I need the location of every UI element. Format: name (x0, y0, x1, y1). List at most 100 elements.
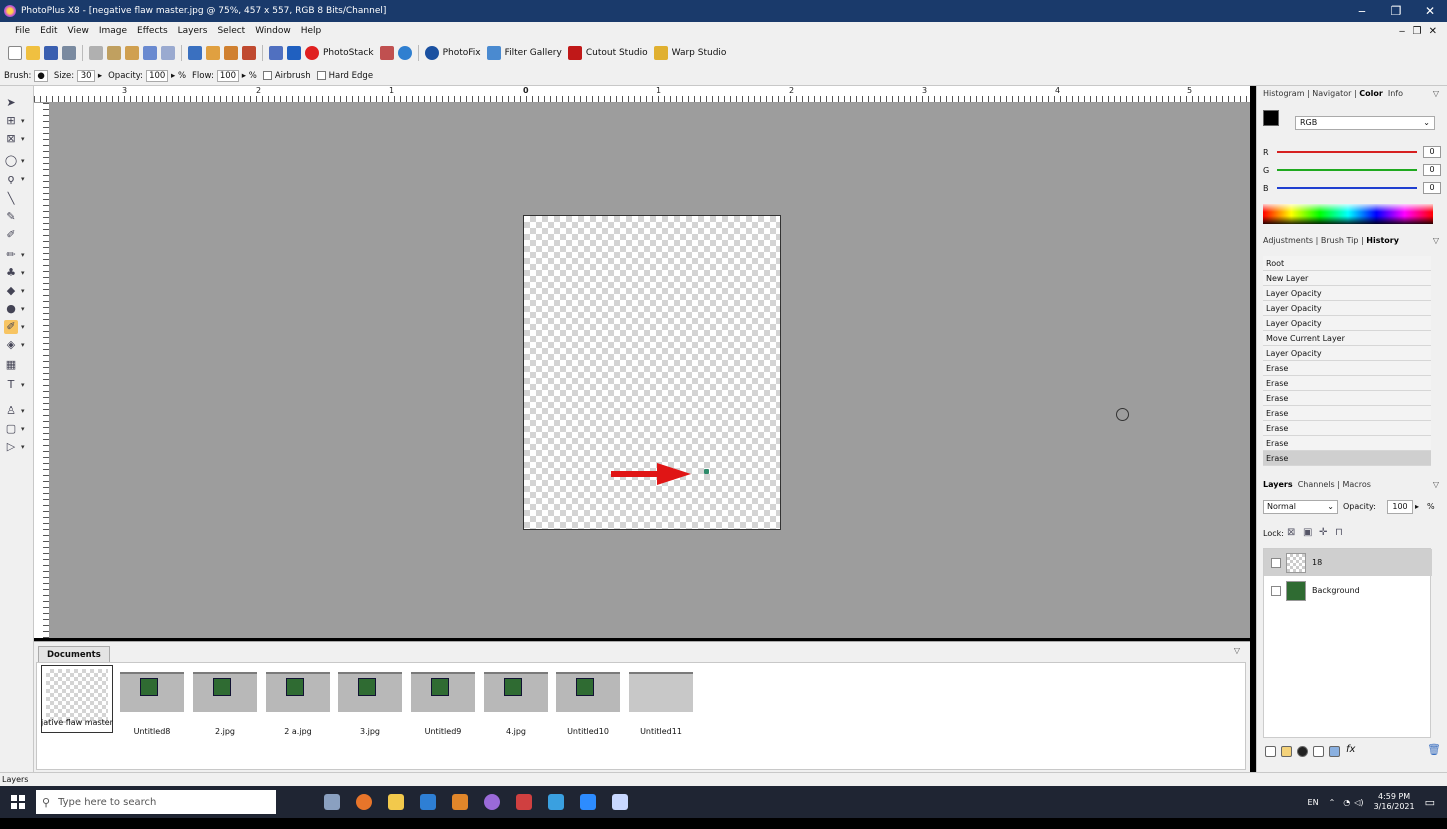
blend-mode-select[interactable]: Normal ⌄ (1263, 500, 1338, 514)
document-thumb[interactable]: Untitled9 (408, 669, 478, 736)
panel-menu-icon[interactable]: ▽ (1433, 236, 1439, 245)
photoplus-task-icon[interactable] (452, 794, 468, 810)
language-indicator[interactable]: EN (1308, 798, 1319, 807)
layer-mode-icon[interactable] (1329, 746, 1340, 757)
paint-icon[interactable] (379, 46, 394, 60)
print-icon[interactable] (62, 46, 76, 60)
delete-layer-icon[interactable]: 🗑 (1427, 743, 1441, 756)
menu-edit[interactable]: Edit (35, 26, 62, 36)
copy-icon[interactable] (107, 46, 121, 60)
lock-all-icon[interactable]: ⊓ (1335, 527, 1343, 538)
brush-selection-icon[interactable]: ✎ (4, 210, 18, 224)
volume-icon[interactable]: ◁) (1354, 798, 1363, 807)
flow-input[interactable]: 100 (216, 69, 240, 82)
history-item[interactable]: Erase (1263, 361, 1431, 376)
photostack-icon[interactable] (305, 46, 319, 60)
layer-row[interactable]: Background (1264, 577, 1432, 604)
hand-icon[interactable] (206, 46, 220, 60)
menu-select[interactable]: Select (212, 26, 250, 36)
green-slider[interactable] (1277, 169, 1417, 171)
mask-icon[interactable] (1313, 746, 1324, 757)
document-thumb[interactable]: jative flaw master (41, 665, 113, 733)
history-item[interactable]: Erase (1263, 436, 1431, 451)
retouch-tool-icon[interactable]: ◆ ▾ (4, 284, 25, 298)
layer-row[interactable]: 18 (1264, 549, 1432, 576)
document-thumb[interactable]: Untitled11 (626, 669, 696, 736)
clock[interactable]: 4:59 PM 3/16/2021 (1374, 792, 1415, 812)
size-slider-arrow[interactable]: ▸ (95, 71, 102, 81)
node-tool-icon[interactable]: ▷ ▾ (4, 440, 25, 454)
photofix-button[interactable]: PhotoFix (443, 48, 481, 58)
layer-visibility-toggle[interactable] (1271, 585, 1281, 596)
photofix-icon[interactable] (424, 46, 439, 60)
tab-info[interactable]: Info (1388, 89, 1403, 98)
size-input[interactable]: 30 (77, 69, 96, 82)
airbrush-toggle[interactable]: Airbrush (262, 71, 311, 81)
pick-icon[interactable] (269, 46, 283, 60)
tab-adjustments[interactable]: Adjustments (1263, 236, 1313, 245)
new-group-icon[interactable] (1281, 746, 1292, 757)
blue-input[interactable]: 0 (1423, 182, 1441, 194)
red-slider[interactable] (1276, 151, 1417, 153)
menu-effects[interactable]: Effects (132, 26, 173, 36)
menu-help[interactable]: Help (296, 26, 327, 36)
undo-icon[interactable] (143, 46, 157, 60)
opacity-slider-arrow[interactable]: ▸ (168, 71, 178, 81)
layer-opacity-arrow[interactable]: ▸ (1415, 502, 1419, 511)
cutout-studio-icon[interactable] (567, 46, 582, 60)
tab-channels[interactable]: Channels (1298, 480, 1335, 489)
move-tool-icon[interactable]: ➤ (4, 96, 18, 110)
new-file-icon[interactable] (8, 46, 22, 60)
history-item[interactable]: Erase (1263, 376, 1431, 391)
tab-history[interactable]: History (1366, 236, 1399, 245)
tab-navigator[interactable]: Navigator (1312, 89, 1351, 98)
dropper-icon[interactable]: ✐ (4, 228, 18, 242)
adjustment-layer-icon[interactable] (1297, 746, 1308, 757)
start-button[interactable] (4, 786, 32, 818)
firefox-icon[interactable] (356, 794, 372, 810)
mail-icon[interactable] (548, 794, 564, 810)
tab-macros[interactable]: Macros (1343, 480, 1371, 489)
warp-studio-icon[interactable] (653, 46, 668, 60)
pen-tool-icon[interactable]: ♙ ▾ (4, 404, 24, 418)
menu-layers[interactable]: Layers (173, 26, 213, 36)
tray-overflow-icon[interactable]: ⌃ (1329, 798, 1336, 807)
utility-icon[interactable] (612, 794, 628, 810)
clone-tool-icon[interactable]: ♣ ▾ (4, 266, 24, 280)
red-input[interactable]: 0 (1423, 146, 1441, 158)
new-layer-icon[interactable] (1265, 746, 1276, 757)
image-workspace[interactable] (50, 103, 1250, 638)
network-icon[interactable]: ◔ (1343, 798, 1350, 807)
history-item[interactable]: Erase (1263, 391, 1431, 406)
magic-wand-icon[interactable]: ╲ (4, 192, 18, 206)
crop-tool-icon[interactable]: ⊞ ▾ (4, 114, 24, 128)
photostack-button[interactable]: PhotoStack (323, 48, 374, 58)
document-thumb[interactable]: 2 a.jpg (263, 669, 333, 736)
history-item[interactable]: Erase (1263, 421, 1431, 436)
filter-gallery-button[interactable]: Filter Gallery (505, 48, 562, 58)
lock-position-icon[interactable]: ✛ (1319, 527, 1327, 538)
zoom-app-icon[interactable] (580, 794, 596, 810)
document-thumb[interactable]: 4.jpg (481, 669, 551, 736)
minimize-button[interactable]: ‒ (1345, 4, 1379, 18)
red-eye-tool-icon[interactable]: ● ▾ (4, 302, 24, 316)
documents-tab[interactable]: Documents (38, 646, 110, 662)
flow-slider-arrow[interactable]: ▸ (239, 71, 249, 81)
fill-tool-icon[interactable]: ◈ ▾ (4, 338, 25, 352)
history-item[interactable]: Root (1263, 256, 1431, 271)
save-icon[interactable] (44, 46, 58, 60)
document-window-controls[interactable]: ‒ ❐ ✕ (1399, 26, 1447, 37)
history-item[interactable]: Layer Opacity (1263, 346, 1431, 361)
document-thumb[interactable]: 2.jpg (190, 669, 260, 736)
panel-menu-icon[interactable]: ▽ (1234, 646, 1240, 655)
zoom-icon[interactable] (188, 46, 202, 60)
lasso-tool-icon[interactable]: ϙ ▾ (4, 172, 25, 186)
menu-file[interactable]: File (10, 26, 35, 36)
chrome-icon[interactable] (484, 794, 500, 810)
layer-visibility-toggle[interactable] (1271, 557, 1281, 568)
gradient-tool-icon[interactable]: ▦ (4, 358, 18, 372)
layer-opacity-input[interactable]: 100 (1387, 500, 1413, 514)
menu-image[interactable]: Image (94, 26, 132, 36)
document-thumb[interactable]: Untitled10 (553, 669, 623, 736)
lock-transparency-icon[interactable]: ⊠ (1287, 527, 1295, 538)
